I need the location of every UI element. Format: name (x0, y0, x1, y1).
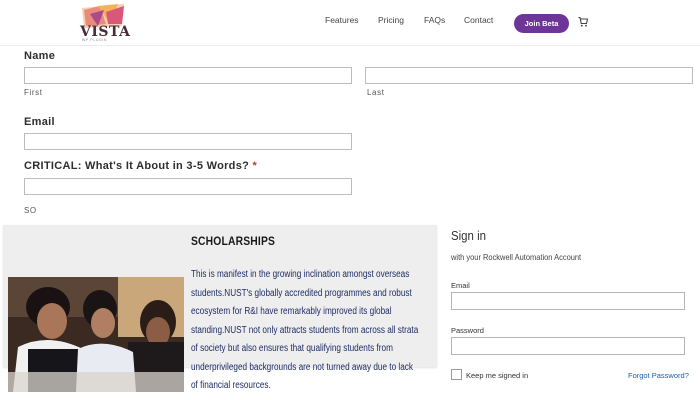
logo-tagline: WP PLUGIN (82, 38, 107, 42)
first-name-input[interactable] (24, 67, 352, 84)
forgot-password-link[interactable]: Forgot Password? (628, 371, 689, 380)
signin-subtitle: with your Rockwell Automation Account (451, 252, 582, 262)
scholarship-body: This is manifest in the growing inclinat… (191, 269, 419, 391)
signin-password-label: Password (451, 326, 484, 335)
first-sublabel: First (24, 88, 43, 97)
nav-features[interactable]: Features (325, 15, 359, 25)
join-beta-button[interactable]: Join Beta (514, 14, 569, 33)
required-marker: * (252, 160, 258, 172)
about-input[interactable] (24, 178, 352, 195)
signin-password-input[interactable] (451, 337, 685, 355)
scholarship-title: SCHOLARSHIPS (191, 234, 276, 248)
cart-icon[interactable] (578, 16, 588, 28)
last-name-input[interactable] (365, 67, 693, 84)
students-photo (8, 277, 184, 392)
keep-signed-in-checkbox[interactable] (451, 369, 462, 380)
nav-faqs[interactable]: FAQs (424, 15, 445, 25)
nav-pricing[interactable]: Pricing (378, 15, 404, 25)
email-label: Email (24, 116, 55, 128)
signin-email-label: Email (451, 281, 470, 290)
about-label-text: CRITICAL: What's It About in 3-5 Words? (24, 160, 250, 172)
nav-contact[interactable]: Contact (464, 15, 493, 25)
site-header: VISTA WP PLUGIN Features Pricing FAQs Co… (0, 0, 700, 46)
name-label: Name (24, 50, 56, 62)
keep-signed-in-label: Keep me signed in (466, 371, 529, 380)
signin-title: Sign in (451, 228, 486, 243)
so-text: SO (24, 206, 37, 215)
signin-email-input[interactable] (451, 292, 685, 310)
last-sublabel: Last (367, 88, 385, 97)
email-input[interactable] (24, 133, 352, 150)
about-label: CRITICAL: What's It About in 3-5 Words? … (24, 160, 257, 172)
